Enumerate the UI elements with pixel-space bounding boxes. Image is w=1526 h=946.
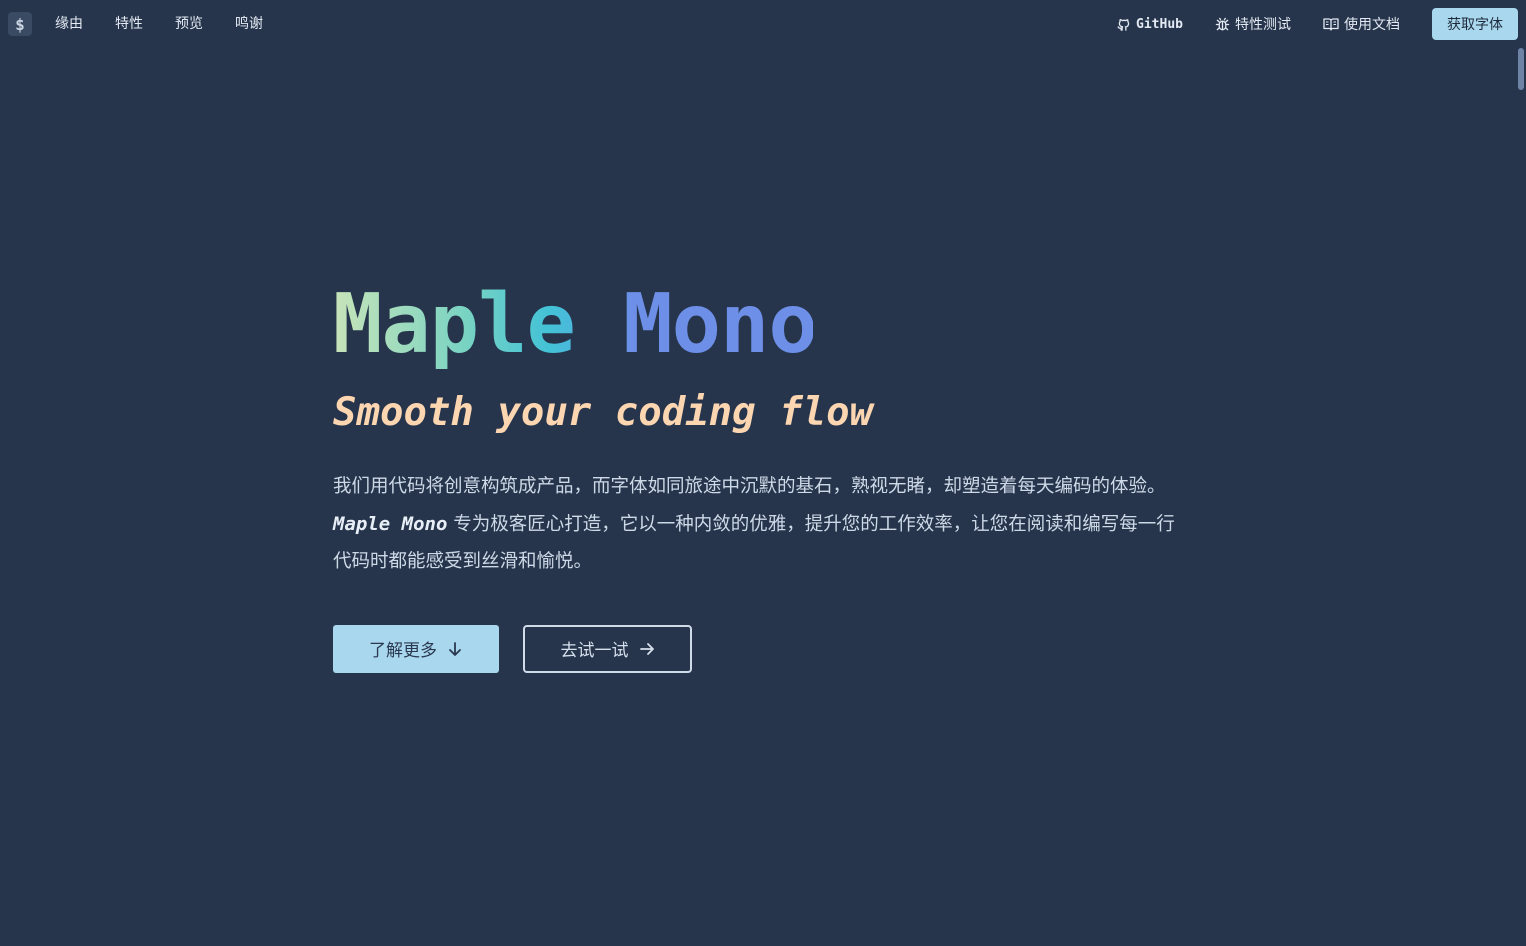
- nav-link-preview[interactable]: 预览: [175, 14, 203, 34]
- nav-actions: GitHub 特性测试 使用文档 获取字体: [1116, 8, 1518, 40]
- arrow-right-icon: [639, 641, 655, 657]
- bug-icon: [1215, 17, 1230, 30]
- try-it-label: 去试一试: [560, 641, 629, 661]
- get-font-button[interactable]: 获取字体: [1432, 8, 1518, 40]
- hero-section: Maple Mono Smooth your coding flow 我们用代码…: [333, 270, 1193, 673]
- nav-link-features[interactable]: 特性: [115, 14, 143, 34]
- docs-link[interactable]: 使用文档: [1323, 8, 1400, 40]
- docs-label: 使用文档: [1344, 17, 1400, 33]
- hero-buttons: 了解更多 去试一试: [333, 624, 1193, 673]
- try-it-button[interactable]: 去试一试: [523, 624, 692, 673]
- desc-text-end: 专为极客匠心打造，它以一种内敛的优雅，提升您的工作效率，让您在阅读和编写每一行代…: [333, 513, 1175, 573]
- github-label: GitHub: [1136, 16, 1183, 32]
- desc-text-start: 我们用代码将创意构筑成产品，而字体如同旅途中沉默的基石，熟视无睹，却塑造着每天编…: [333, 476, 1166, 497]
- book-icon: [1323, 17, 1339, 31]
- page: $ 缘由 特性 预览 鸣谢 GitHub 特性测试 使用文档 获取字体 Mapl…: [0, 0, 1526, 946]
- scrollbar-thumb[interactable]: [1518, 48, 1524, 90]
- playground-link[interactable]: 特性测试: [1215, 8, 1291, 40]
- hero-description: 我们用代码将创意构筑成产品，而字体如同旅途中沉默的基石，熟视无睹，却塑造着每天编…: [333, 468, 1183, 581]
- logo-icon[interactable]: $: [8, 12, 32, 36]
- hero-title: Maple Mono: [333, 270, 818, 380]
- arrow-down-icon: [447, 641, 463, 657]
- top-nav: $ 缘由 特性 预览 鸣谢 GitHub 特性测试 使用文档 获取字体: [0, 0, 1526, 48]
- learn-more-button[interactable]: 了解更多: [333, 624, 499, 673]
- nav-links: 缘由 特性 预览 鸣谢: [55, 14, 295, 34]
- playground-label: 特性测试: [1235, 17, 1291, 33]
- github-icon: [1117, 18, 1130, 31]
- desc-brand-name: Maple Mono: [333, 512, 448, 535]
- scrollbar[interactable]: [1514, 46, 1526, 946]
- learn-more-label: 了解更多: [369, 641, 437, 661]
- nav-link-credits[interactable]: 鸣谢: [235, 14, 263, 34]
- nav-link-origin[interactable]: 缘由: [55, 14, 83, 34]
- github-link[interactable]: GitHub: [1116, 8, 1183, 40]
- hero-subtitle: Smooth your coding flow: [333, 390, 874, 435]
